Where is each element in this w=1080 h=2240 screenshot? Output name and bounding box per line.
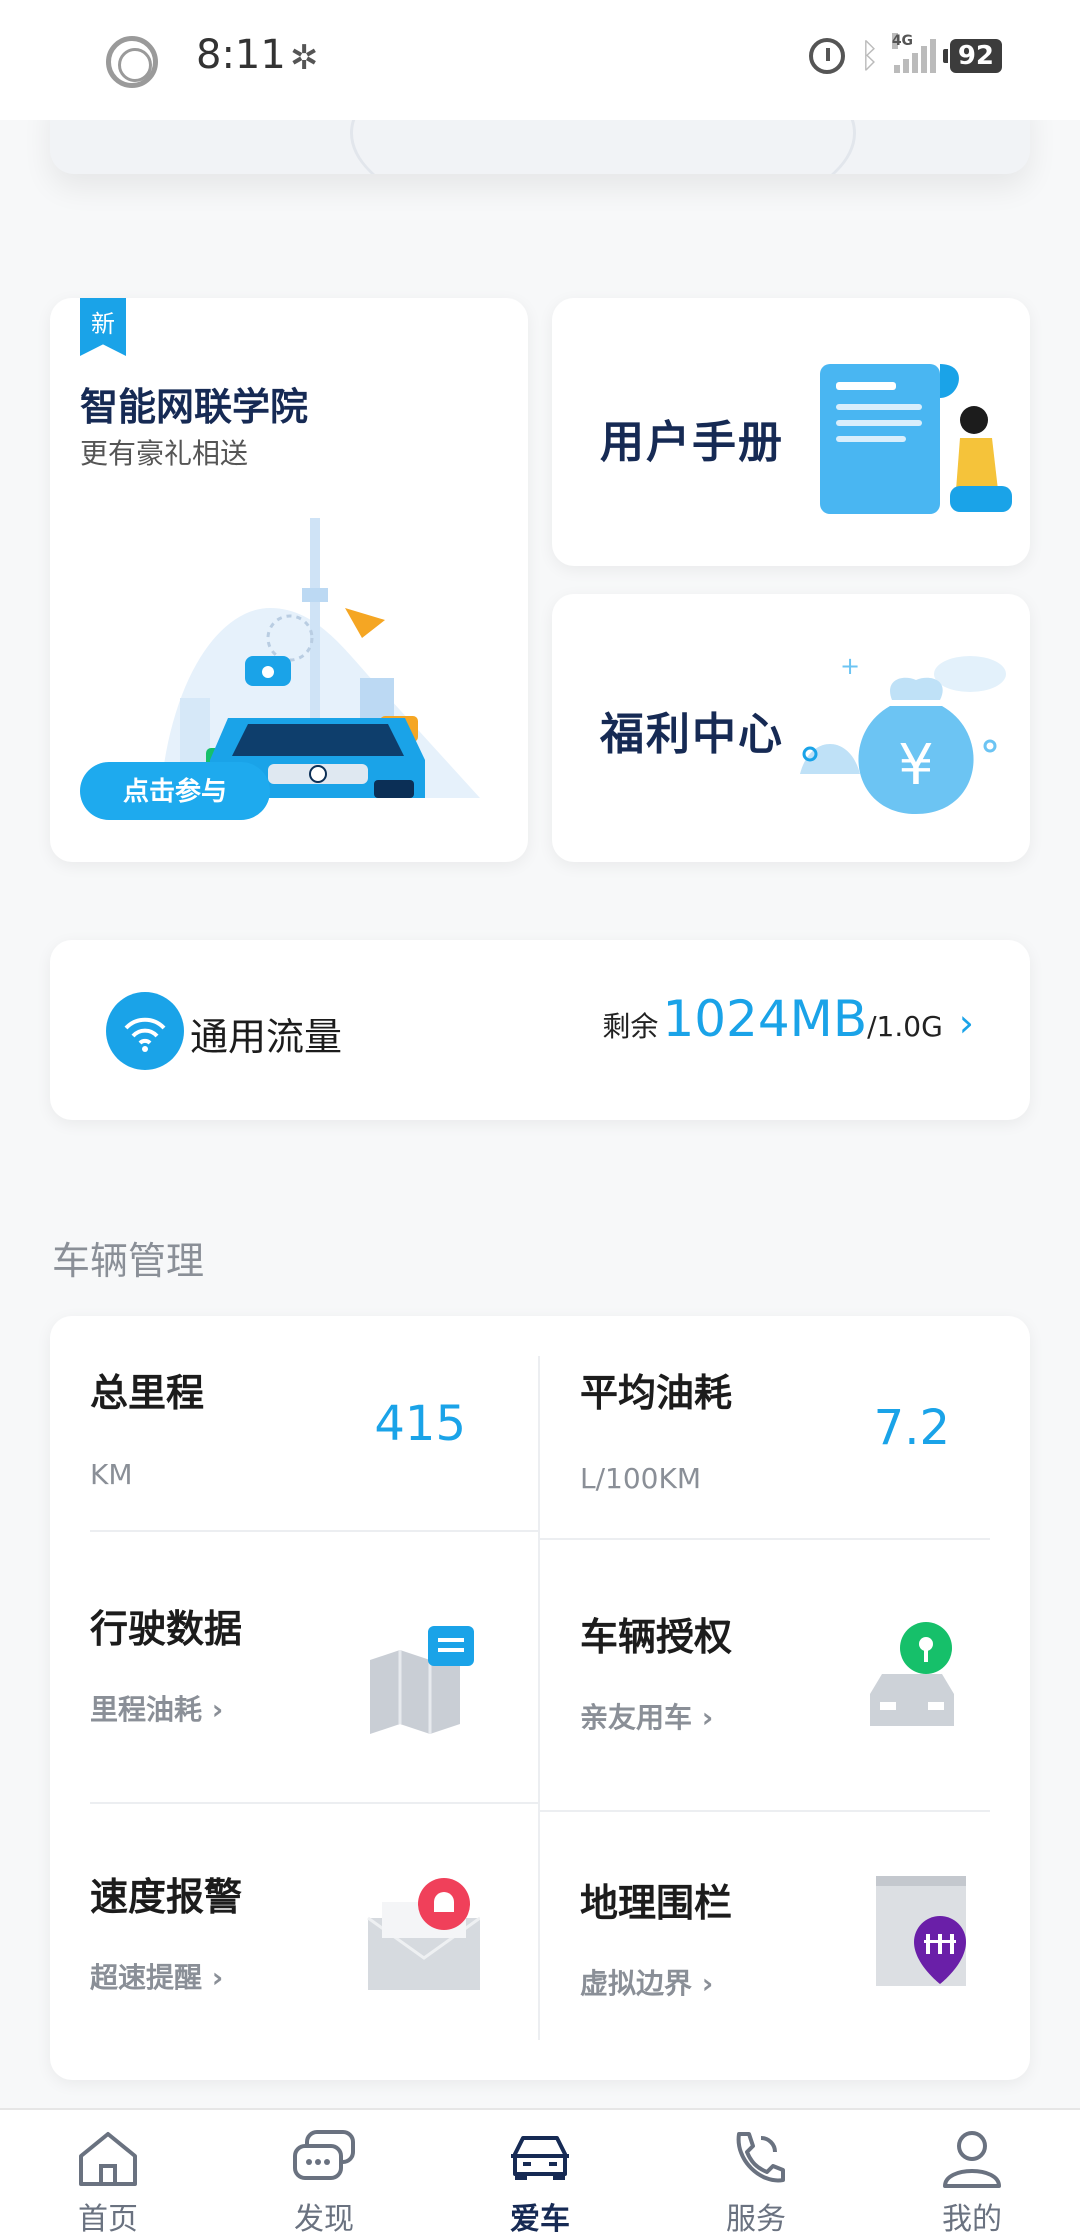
bottom-nav: 首页 发现 爱车 服务 我的 [0, 2108, 1080, 2240]
vehicle-management-card: 总里程 415 KM 平均油耗 7.2 L/100KM 行驶数据 里程油耗 › … [50, 1316, 1030, 2080]
carrier-icon: ✲ [290, 38, 319, 78]
nav-discover[interactable]: 发现 [216, 2110, 432, 2240]
data-total: /1.0G [867, 1010, 943, 1043]
nav-service[interactable]: 服务 [648, 2110, 864, 2240]
user-manual-title: 用户手册 [600, 417, 784, 468]
money-bag-icon: ¥ + [800, 652, 1006, 814]
nav-home[interactable]: 首页 [0, 2110, 216, 2240]
data-remain-amount: 1024MB [662, 990, 868, 1048]
speed-alert-link-label: 超速提醒 [90, 1961, 203, 1994]
driving-data-link-label: 里程油耗 [90, 1693, 203, 1726]
data-remain-prefix: 剩余 [602, 1010, 659, 1043]
academy-title: 智能网联学院 [80, 385, 309, 429]
nav-my-car[interactable]: 爱车 [432, 2110, 648, 2240]
new-badge: 新 [80, 298, 126, 356]
geofence-link-label: 虚拟边界 [580, 1967, 693, 2000]
svg-text:+: + [840, 652, 860, 680]
geofence-title: 地理围栏 [580, 1881, 733, 1925]
app-status-ring-icon [106, 36, 158, 88]
driving-data-title: 行驶数据 [90, 1607, 243, 1651]
manual-document-icon [820, 364, 1012, 514]
section-title-vehicle-management: 车辆管理 [52, 1239, 205, 1283]
alarm-icon [809, 38, 846, 74]
nav-service-label: 服务 [726, 2202, 786, 2237]
join-button[interactable]: 点击参与 [80, 762, 270, 820]
map-icon [370, 1626, 474, 1734]
mileage-value: 415 [374, 1396, 466, 1452]
chevron-right-icon[interactable]: › [959, 1001, 974, 1045]
nav-profile[interactable]: 我的 [864, 2110, 1080, 2240]
vehicle-authorization-link-label: 亲友用车 [580, 1701, 693, 1734]
wifi-icon [106, 992, 184, 1070]
nav-home-label: 首页 [78, 2202, 138, 2237]
driving-data-link[interactable]: 里程油耗 › [90, 1688, 223, 1728]
clock: 8:11 [196, 32, 286, 78]
chat-icon [293, 2130, 355, 2180]
welfare-center-title: 福利中心 [600, 709, 784, 760]
vehicle-authorization-title: 车辆授权 [580, 1615, 733, 1659]
phone-icon [736, 2132, 785, 2183]
mileage-cell[interactable]: 总里程 415 KM [50, 1316, 520, 1530]
academy-card[interactable]: 新 智能网联学院 更有豪礼相送 点击参与 [50, 298, 528, 862]
fuel-consumption-cell[interactable]: 平均油耗 7.2 L/100KM [540, 1316, 1010, 1538]
vehicle-authorization-link[interactable]: 亲友用车 › [580, 1696, 713, 1736]
vehicle-authorization-cell[interactable]: 车辆授权 亲友用车 › [540, 1538, 1010, 1810]
speed-alert-link[interactable]: 超速提醒 › [90, 1956, 223, 1996]
user-manual-card[interactable]: 用户手册 [552, 298, 1030, 566]
bluetooth-icon: ᛒ [859, 36, 880, 76]
mileage-unit: KM [90, 1458, 133, 1491]
home-icon [79, 2132, 137, 2186]
signal-icon: 4G [891, 33, 936, 73]
data-plan-label: 通用流量 [190, 1015, 343, 1059]
geofence-pin-icon [876, 1876, 966, 1986]
geofence-cell[interactable]: 地理围栏 虚拟边界 › [540, 1810, 1010, 2080]
data-plan-card[interactable]: 通用流量 剩余 1024MB /1.0G › [50, 940, 1030, 1120]
driving-data-cell[interactable]: 行驶数据 里程油耗 › [50, 1530, 520, 1802]
nav-discover-label: 发现 [294, 2202, 354, 2237]
speed-alert-title: 速度报警 [90, 1875, 243, 1919]
nav-profile-label: 我的 [942, 2202, 1002, 2237]
status-bar: 8:11 ✲ ᛒ 4G 92 [0, 0, 1080, 120]
alarm-envelope-icon [367, 1878, 480, 1990]
profile-icon [943, 2131, 1001, 2188]
svg-text:¥: ¥ [898, 733, 934, 798]
fuel-value: 7.2 [873, 1400, 950, 1456]
academy-subtitle: 更有豪礼相送 [80, 437, 249, 470]
fuel-unit: L/100KM [580, 1462, 701, 1495]
fuel-title: 平均油耗 [580, 1371, 733, 1415]
mileage-title: 总里程 [90, 1371, 205, 1415]
speed-alert-cell[interactable]: 速度报警 超速提醒 › [50, 1802, 520, 2074]
welfare-center-card[interactable]: 福利中心 ¥ + [552, 594, 1030, 862]
geofence-link[interactable]: 虚拟边界 › [580, 1962, 713, 2002]
nav-my-car-label: 爱车 [510, 2202, 570, 2237]
battery-indicator: 92 [942, 39, 1002, 73]
car-key-icon [870, 1622, 954, 1726]
car-icon [511, 2136, 569, 2180]
